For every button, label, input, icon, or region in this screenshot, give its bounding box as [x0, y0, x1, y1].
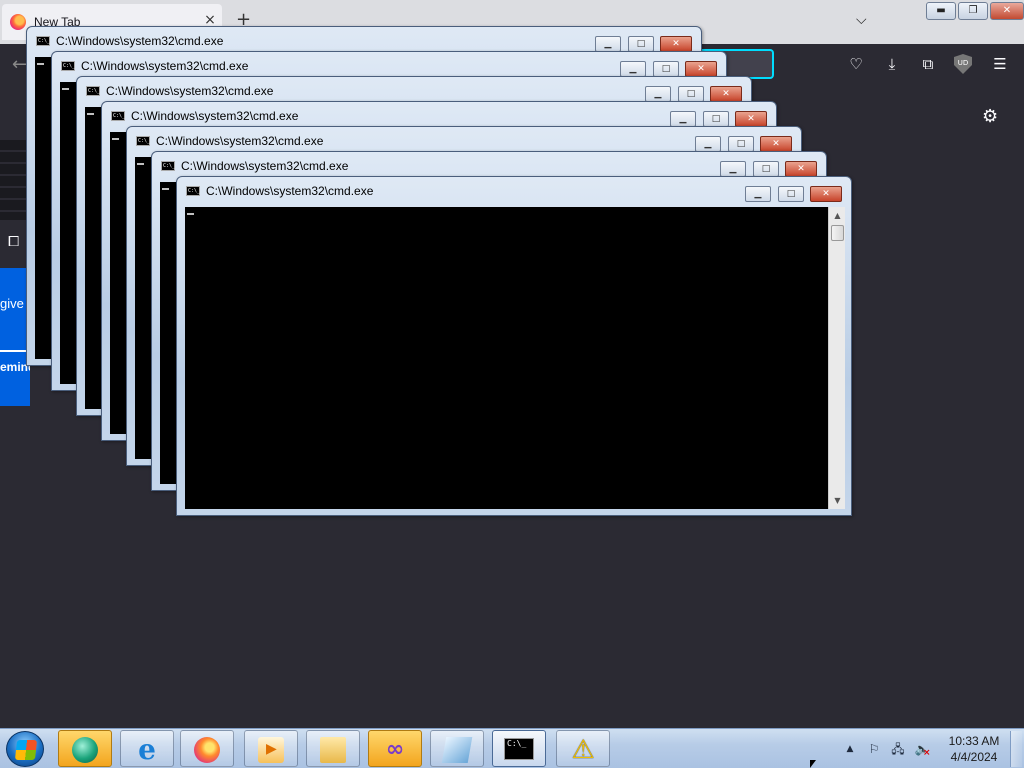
close-button[interactable]: ✕: [990, 2, 1024, 20]
taskbar-firefox[interactable]: [180, 730, 234, 767]
cmd-minimize-button[interactable]: ▁: [720, 161, 746, 177]
show-desktop-button[interactable]: [1010, 731, 1022, 767]
cmd-maximize-button[interactable]: □: [653, 61, 679, 77]
clock-time[interactable]: 10:33 AM: [946, 734, 1002, 748]
cmd-titlebar[interactable]: C:\_ C:\Windows\system32\cmd.exe ▁ □ ✕: [77, 77, 751, 102]
cmd-maximize-button[interactable]: □: [628, 36, 654, 52]
cmd-minimize-button[interactable]: ▁: [595, 36, 621, 52]
network-icon[interactable]: 🖧: [890, 741, 906, 757]
cmd-scrollbar[interactable]: ▲▼: [828, 207, 845, 509]
media-player-icon: [258, 737, 284, 763]
minimize-button[interactable]: ▬: [926, 2, 956, 20]
cmd-window-icon: C:\_: [111, 111, 126, 121]
cmd-titlebar[interactable]: C:\_ C:\Windows\system32\cmd.exe ▁ □ ✕: [52, 52, 726, 77]
cmd-close-button[interactable]: ✕: [735, 111, 767, 127]
clock-date[interactable]: 4/4/2024: [946, 750, 1002, 764]
cmd-window[interactable]: C:\_C:\Windows\system32\cmd.exe▁□✕▲▼: [176, 176, 852, 516]
cmd-minimize-button[interactable]: ▁: [695, 136, 721, 152]
cmd-icon: C:\_: [504, 738, 534, 760]
scroll-thumb[interactable]: [831, 225, 844, 241]
list-all-tabs-icon[interactable]: ⌵: [856, 12, 867, 28]
firefox-icon: [194, 737, 220, 763]
pocket-icon[interactable]: ♡: [846, 54, 866, 74]
cmd-close-button[interactable]: ✕: [760, 136, 792, 152]
taskbar-media-player[interactable]: [244, 730, 298, 767]
cmd-minimize-button[interactable]: ▁: [745, 186, 771, 202]
restore-button[interactable]: ❐: [958, 2, 988, 20]
visual-studio-icon: ∞: [385, 737, 405, 762]
cmd-window-icon: C:\_: [36, 36, 51, 46]
cmd-window-title: C:\Windows\system32\cmd.exe: [156, 134, 324, 148]
start-button[interactable]: [6, 731, 44, 767]
taskbar-warning[interactable]: ⚠: [556, 730, 610, 767]
system-tray: ▲ ⚐ 🖧 🔈 10:33 AM 4/4/2024: [842, 729, 1024, 768]
cmd-titlebar[interactable]: C:\_ C:\Windows\system32\cmd.exe ▁ □ ✕: [152, 152, 826, 177]
cmd-console-area[interactable]: ▲▼: [185, 207, 845, 509]
cmd-window-title: C:\Windows\system32\cmd.exe: [56, 34, 224, 48]
cmd-maximize-button[interactable]: □: [678, 86, 704, 102]
settings-gear-icon[interactable]: ⚙: [982, 106, 998, 127]
windows-logo-icon: [14, 740, 38, 760]
cmd-window-title: C:\Windows\system32\cmd.exe: [106, 84, 274, 98]
taskbar-internet-explorer[interactable]: e: [120, 730, 174, 767]
download-icon[interactable]: ⤓: [882, 54, 902, 74]
text-cursor: [162, 188, 169, 190]
cmd-close-button[interactable]: ✕: [810, 186, 842, 202]
cmd-close-button[interactable]: ✕: [660, 36, 692, 52]
cmd-window-title: C:\Windows\system32\cmd.exe: [131, 109, 299, 123]
firefox-favicon-icon: [10, 14, 26, 30]
cmd-minimize-button[interactable]: ▁: [620, 61, 646, 77]
cmd-window-icon: C:\_: [136, 136, 151, 146]
cmd-window-title: C:\Windows\system32\cmd.exe: [81, 59, 249, 73]
volume-muted-icon[interactable]: 🔈: [914, 741, 931, 761]
scroll-up-icon[interactable]: ▲: [829, 207, 846, 224]
side-panel-icon[interactable]: ⧠: [8, 234, 19, 250]
text-cursor: [37, 63, 44, 65]
text-cursor: [187, 213, 194, 215]
text-cursor: [112, 138, 119, 140]
cmd-close-button[interactable]: ✕: [685, 61, 717, 77]
cmd-window-title: C:\Windows\system32\cmd.exe: [181, 159, 349, 173]
text-cursor: [137, 163, 144, 165]
back-button[interactable]: ←: [12, 54, 27, 75]
cmd-close-button[interactable]: ✕: [785, 161, 817, 177]
mouse-pointer-icon: [810, 760, 816, 768]
globe-app-icon: [72, 737, 98, 763]
puzzle-icon[interactable]: ⧉: [918, 54, 938, 74]
taskbar-cmd[interactable]: C:\_: [492, 730, 546, 767]
text-cursor: [62, 88, 69, 90]
text-cursor: [87, 113, 94, 115]
cmd-window-icon: C:\_: [61, 61, 76, 71]
show-hidden-icons-icon[interactable]: ▲: [842, 741, 858, 757]
scroll-down-icon[interactable]: ▼: [829, 492, 846, 509]
cmd-window-icon: C:\_: [86, 86, 101, 96]
browser-window-controls: ▬ ❐ ✕: [924, 2, 1024, 22]
cmd-close-button[interactable]: ✕: [710, 86, 742, 102]
file-explorer-icon: [320, 737, 346, 763]
cmd-maximize-button[interactable]: □: [778, 186, 804, 202]
taskbar: e ∞ C:\_ ⚠ ▲ ⚐ 🖧 🔈 10:33 AM 4/4/2024: [0, 728, 1024, 768]
taskbar-file-explorer[interactable]: [306, 730, 360, 767]
taskbar-visual-studio[interactable]: ∞: [368, 730, 422, 767]
ublock-origin-icon[interactable]: UD: [954, 54, 974, 74]
cmd-window-title: C:\Windows\system32\cmd.exe: [206, 184, 374, 198]
cmd-maximize-button[interactable]: □: [753, 161, 779, 177]
cmd-titlebar[interactable]: C:\_ C:\Windows\system32\cmd.exe ▁ □ ✕: [27, 27, 701, 52]
cmd-titlebar[interactable]: C:\_ C:\Windows\system32\cmd.exe ▁ □ ✕: [102, 102, 776, 127]
app-icon: [441, 737, 473, 763]
internet-explorer-icon: e: [138, 733, 156, 766]
cmd-minimize-button[interactable]: ▁: [645, 86, 671, 102]
cmd-maximize-button[interactable]: □: [703, 111, 729, 127]
cmd-minimize-button[interactable]: ▁: [670, 111, 696, 127]
taskbar-app[interactable]: [430, 730, 484, 767]
cmd-window-icon: C:\_: [161, 161, 176, 171]
warning-icon: ⚠: [571, 735, 595, 765]
cmd-titlebar[interactable]: C:\_ C:\Windows\system32\cmd.exe ▁ □ ✕: [127, 127, 801, 152]
cmd-maximize-button[interactable]: □: [728, 136, 754, 152]
hamburger-menu-icon[interactable]: ☰: [990, 54, 1010, 74]
action-center-flag-icon[interactable]: ⚐: [866, 741, 882, 757]
cmd-titlebar[interactable]: C:\_ C:\Windows\system32\cmd.exe ▁ □ ✕: [177, 177, 851, 202]
cmd-window-icon: C:\_: [186, 186, 201, 196]
taskbar-globe-app[interactable]: [58, 730, 112, 767]
